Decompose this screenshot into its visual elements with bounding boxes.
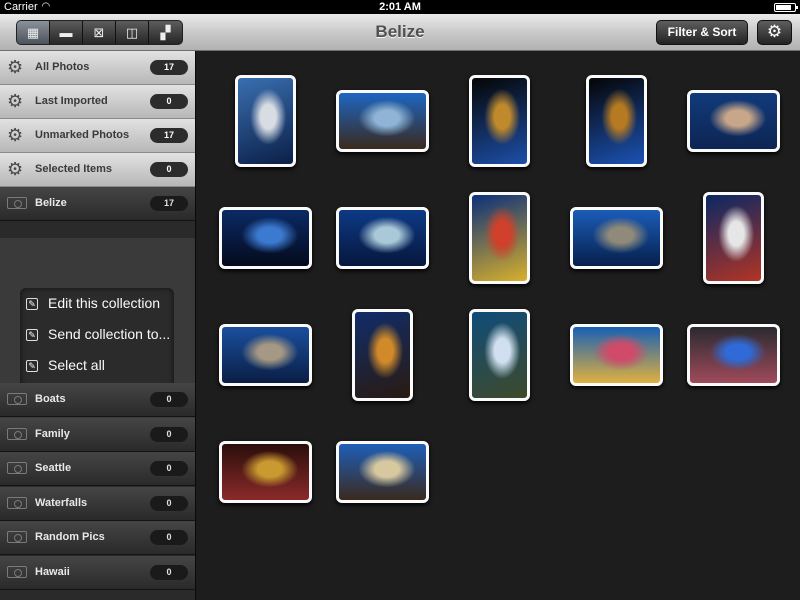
count-badge: 17 xyxy=(150,60,188,75)
menu-item[interactable]: ✎ Select all xyxy=(26,357,176,381)
photo-thumbnail-sea-turtle[interactable] xyxy=(335,441,429,503)
sidebar-item-label: Random Pics xyxy=(35,531,105,543)
sidebar-item-label: Waterfalls xyxy=(35,496,88,509)
battery-level xyxy=(776,5,791,10)
count-badge: 0 xyxy=(150,426,188,442)
photo-thumbnail-blue-fish[interactable] xyxy=(468,309,530,401)
edit-icon: ✎ xyxy=(26,360,38,372)
sidebar-item-label: Family xyxy=(35,427,70,440)
count-badge: 0 xyxy=(150,94,188,109)
photo-thumbnail-grouper-fish[interactable] xyxy=(218,324,312,386)
sidebar-item[interactable]: Random Pics 0 xyxy=(0,521,195,555)
photo-thumbnail-dive-boat[interactable] xyxy=(234,75,296,167)
photo-thumbnail-orange-sponge-cave[interactable] xyxy=(585,75,647,167)
sidebar-item-label: Hawaii xyxy=(35,565,70,578)
count-badge: 0 xyxy=(150,392,188,407)
menu-item[interactable]: ✎ Send collection to... xyxy=(26,326,176,350)
sidebar-item-label: Boats xyxy=(35,393,66,405)
sidebar-item-label: Belize xyxy=(35,197,67,209)
edit-icon: ✎ xyxy=(26,298,38,310)
menu-item-label: Select all xyxy=(48,357,105,373)
photo-thumbnail-sponge-coral[interactable] xyxy=(351,309,413,401)
gear-icon: ⚙ xyxy=(7,57,24,77)
sidebar-item[interactable]: ⚙ Unmarked Photos 17 xyxy=(0,119,195,153)
photo-thumbnail-sea-fan[interactable] xyxy=(702,192,764,284)
sidebar-item-label: Seattle xyxy=(35,462,72,474)
count-badge: 0 xyxy=(150,564,188,580)
sidebar-item[interactable]: Family 0 xyxy=(0,417,195,452)
photo-thumbnail-blue-tang[interactable] xyxy=(686,324,780,386)
gear-icon: ⚙ xyxy=(7,125,24,145)
status-bar: Carrier ◠ 2:01 AM xyxy=(0,0,800,14)
photo-grid xyxy=(197,51,800,600)
count-badge: 0 xyxy=(150,162,188,177)
camera-icon xyxy=(7,563,27,581)
count-badge: 17 xyxy=(150,196,188,211)
battery-icon xyxy=(774,3,798,12)
camera-icon xyxy=(7,528,27,546)
count-badge: 0 xyxy=(150,530,188,545)
sidebar-item-label: Unmarked Photos xyxy=(35,129,130,141)
photo-thumbnail-manta-ray[interactable] xyxy=(218,207,312,269)
camera-icon xyxy=(7,459,27,477)
count-badge: 17 xyxy=(150,128,188,143)
sidebar-item[interactable]: ⚙ Last Imported 0 xyxy=(0,85,195,119)
gear-icon: ⚙ xyxy=(766,22,783,41)
count-badge: 0 xyxy=(150,461,188,476)
photo-thumbnail-colorful-reef[interactable] xyxy=(569,324,663,386)
photo-thumbnail-coral-reef[interactable] xyxy=(335,90,429,152)
camera-icon xyxy=(7,194,27,212)
gear-icon: ⚙ xyxy=(7,91,24,111)
sidebar-item-label: Selected Items xyxy=(35,163,113,175)
sidebar-item[interactable]: Waterfalls 0 xyxy=(0,486,195,521)
count-badge: 0 xyxy=(150,495,188,511)
sidebar-item[interactable]: Boats 0 xyxy=(0,383,195,417)
settings-button[interactable]: ⚙ xyxy=(757,20,792,45)
top-toolbar: ▦ ▬ ⊠ ◫ ▞ Belize Filter & Sort ⚙ xyxy=(0,14,800,51)
sidebar-item-label: Last Imported xyxy=(35,95,108,107)
sidebar: ⚙ All Photos 17 ⚙ Last Imported 0 ⚙ Unmarked Ph… xyxy=(0,51,196,600)
photo-thumbnail-orange-sponge-cave[interactable] xyxy=(468,75,530,167)
sidebar-item-label: All Photos xyxy=(35,61,90,73)
sidebar-item[interactable]: Seattle 0 xyxy=(0,452,195,486)
menu-item-label: Edit this collection xyxy=(48,295,161,311)
camera-icon xyxy=(7,425,27,443)
camera-icon xyxy=(7,390,27,408)
camera-icon xyxy=(7,494,27,512)
clock: 2:01 AM xyxy=(379,1,421,13)
photo-thumbnail-moray-eel[interactable] xyxy=(218,441,312,503)
photo-thumbnail-angelfish[interactable] xyxy=(686,90,780,152)
filter-sort-button[interactable]: Filter & Sort xyxy=(656,20,748,45)
menu-item[interactable]: ✎ Edit this collection xyxy=(26,295,176,319)
sidebar-item[interactable]: ⚙ Selected Items 0 xyxy=(0,153,195,187)
photo-thumbnail-grouper-fish[interactable] xyxy=(569,207,663,269)
sidebar-item[interactable]: Hawaii 0 xyxy=(0,555,195,590)
photo-thumbnail-reef-wall[interactable] xyxy=(468,192,530,284)
gear-icon: ⚙ xyxy=(7,159,24,179)
menu-item-label: Send collection to... xyxy=(48,326,171,342)
sidebar-item-belize[interactable]: Belize 17 xyxy=(0,187,195,221)
edit-icon: ✎ xyxy=(26,329,38,341)
sidebar-item[interactable]: ⚙ All Photos 17 xyxy=(0,51,195,85)
photo-thumbnail-manta-ray[interactable] xyxy=(335,207,429,269)
